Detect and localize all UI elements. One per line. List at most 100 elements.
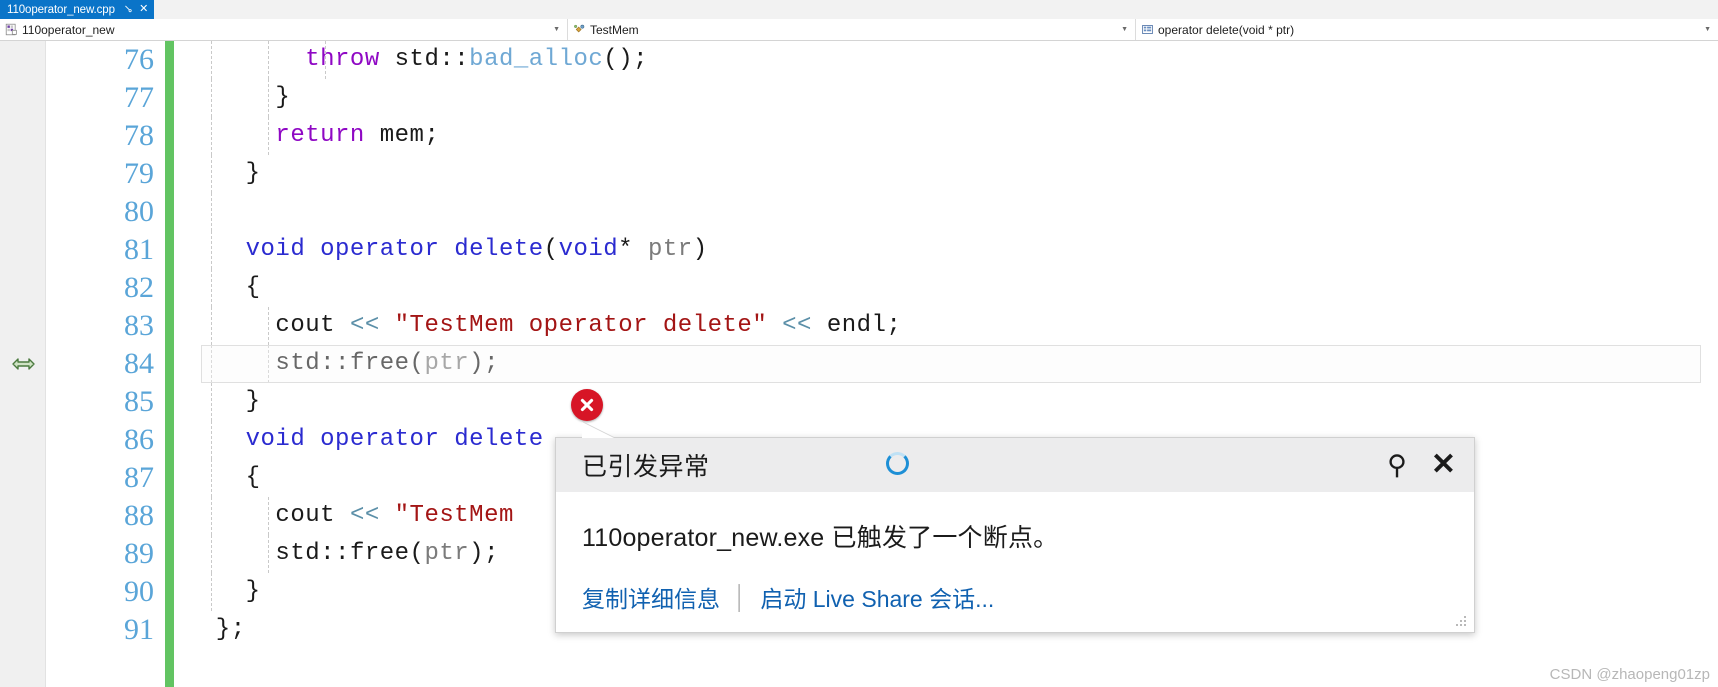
code-line[interactable]: 83 cout << "TestMem operator delete" << … [46, 307, 1718, 345]
code-token: throw [305, 46, 380, 73]
line-code: cout << "TestMem operator delete" << end… [186, 307, 901, 345]
chevron-down-icon[interactable]: ▼ [1121, 26, 1128, 33]
line-number: 76 [124, 43, 154, 76]
line-number: 91 [124, 613, 154, 646]
code-token: << [782, 312, 812, 339]
indent-guide [268, 307, 269, 345]
code-token: << [349, 502, 380, 529]
line-code: void operator delete [186, 421, 544, 459]
code-line[interactable]: 76 throw std::bad_alloc(); [46, 41, 1718, 79]
code-line[interactable]: 79 } [46, 155, 1718, 193]
code-token: return [275, 122, 365, 149]
chevron-down-icon[interactable]: ▼ [553, 26, 560, 33]
indent-guide [268, 497, 269, 535]
indent-guide [211, 269, 212, 307]
code-token: { [186, 464, 261, 491]
code-line[interactable]: 80 [46, 193, 1718, 231]
line-code: }; [186, 611, 246, 649]
code-token: endl; [811, 312, 902, 339]
error-circle-icon[interactable] [571, 389, 603, 421]
line-code: void operator delete(void* ptr) [186, 231, 708, 269]
code-token: "TestMem operator delete" [394, 312, 768, 339]
indent-guide [268, 41, 269, 79]
indent-guide [211, 497, 212, 535]
line-number: 78 [124, 119, 154, 152]
document-tab-strip: 110operator_new.cpp ⊸ ✕ [0, 0, 1718, 20]
popup-header: 已引发异常 ⚲ ✕ [556, 438, 1474, 492]
nav-dropdown-project-label: 110operator_new [22, 22, 115, 37]
code-token: :: [439, 46, 470, 73]
indent-guide [211, 41, 212, 79]
indent-guide [325, 41, 326, 79]
code-token: ); [469, 540, 499, 567]
indent-guide [211, 421, 212, 459]
line-code: cout << "TestMem [186, 497, 514, 535]
code-line[interactable]: 78 return mem; [46, 117, 1718, 155]
editor-indicator-margin[interactable] [0, 41, 46, 687]
current-statement-highlight [201, 345, 1701, 383]
line-number: 83 [124, 309, 154, 342]
code-line[interactable]: 82 { [46, 269, 1718, 307]
copy-details-link[interactable]: 复制详细信息 [582, 580, 720, 614]
line-code: { [186, 269, 261, 307]
document-tab-110operator-new-cpp[interactable]: 110operator_new.cpp ⊸ ✕ [0, 0, 155, 19]
line-code: } [186, 79, 290, 117]
code-token: :: [320, 540, 350, 567]
nav-dropdown-project[interactable]: 110operator_new ▼ [0, 19, 568, 40]
line-number: 85 [124, 385, 154, 418]
exception-thrown-popup[interactable]: 已引发异常 ⚲ ✕ 110operator_new.exe 已触发了一个断点。 … [555, 422, 1475, 633]
indent-guide [268, 117, 269, 155]
code-token: void [558, 236, 619, 263]
line-code: return mem; [186, 117, 439, 155]
method-icon [1141, 23, 1154, 36]
line-number: 87 [124, 461, 154, 494]
code-line[interactable]: 77 } [46, 79, 1718, 117]
watermark-text: CSDN @zhaopeng01zp [1549, 666, 1710, 683]
line-number: 79 [124, 157, 154, 190]
indent-guide [211, 459, 212, 497]
line-number: 89 [124, 537, 154, 570]
close-icon[interactable]: ✕ [1431, 450, 1456, 480]
code-line[interactable]: 85 } [46, 383, 1718, 421]
start-live-share-link[interactable]: 启动 Live Share 会话... [760, 580, 994, 614]
indent-guide [211, 573, 212, 611]
code-editor[interactable]: 76 throw std::bad_alloc(); 77 } 78 return … [0, 41, 1718, 687]
indent-guide [211, 307, 212, 345]
pin-icon[interactable]: ⊸ [120, 2, 135, 17]
code-token: << [349, 312, 380, 339]
indent-guide [211, 383, 212, 421]
close-icon[interactable]: ✕ [139, 4, 148, 15]
navigation-bar: 110operator_new ▼ TestMem ▼ operator del… [0, 19, 1718, 41]
indent-guide [211, 193, 212, 231]
code-token: mem; [364, 122, 440, 149]
code-token: } [186, 578, 261, 605]
nav-dropdown-class-label: TestMem [590, 22, 639, 37]
link-separator: │ [733, 583, 748, 610]
nav-dropdown-class[interactable]: TestMem ▼ [568, 19, 1136, 40]
code-token: ptr [424, 540, 470, 567]
line-number: 80 [124, 195, 154, 228]
line-number: 90 [124, 575, 154, 608]
line-number: 86 [124, 423, 154, 456]
indent-guide [268, 79, 269, 117]
code-token: void operator delete [245, 236, 544, 263]
code-token: (); [603, 46, 649, 73]
code-line[interactable]: 81 void operator delete(void* ptr) [46, 231, 1718, 269]
chevron-down-icon[interactable]: ▼ [1704, 26, 1711, 33]
line-code: } [186, 573, 261, 611]
code-token: std [186, 540, 321, 567]
line-number: 84 [124, 347, 154, 380]
indent-guide [211, 535, 212, 573]
step-into-arrow-icon[interactable] [9, 350, 37, 378]
nav-dropdown-member[interactable]: operator delete(void * ptr) ▼ [1136, 19, 1718, 40]
resize-grip-icon[interactable] [1454, 614, 1468, 628]
line-code: { [186, 459, 261, 497]
pin-icon[interactable]: ⚲ [1387, 451, 1407, 479]
code-token: free [349, 540, 410, 567]
code-token: { [186, 274, 261, 301]
